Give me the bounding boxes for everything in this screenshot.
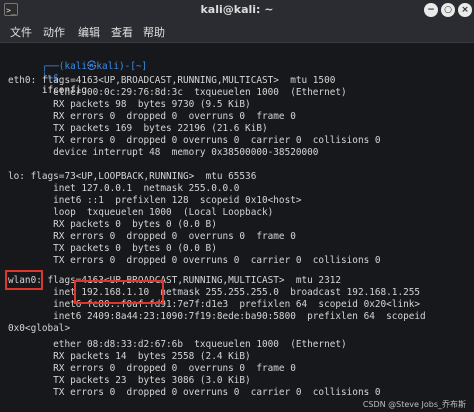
menu-edit[interactable]: 编辑 xyxy=(78,24,100,40)
menu-action[interactable]: 动作 xyxy=(43,24,65,40)
terminal-window: >_ kali@kali: ~ − ○ × 文件 动作 编辑 查看 帮助 ┌──… xyxy=(0,0,474,412)
output-line: loop txqueuelen 1000 (Local Loopback) xyxy=(8,207,274,218)
output-line: RX packets 14 bytes 2558 (2.4 KiB) xyxy=(8,351,251,362)
output-line: RX packets 98 bytes 9730 (9.5 KiB) xyxy=(8,99,251,110)
output-line: ether 08:d8:33:d2:67:6b txqueuelen 1000 … xyxy=(8,339,347,350)
wlan0-highlight-box xyxy=(5,270,43,290)
terminal-output[interactable]: ┌──(kali㉿kali)-[~] └─$ ifconfig eth0: fl… xyxy=(0,43,474,412)
menu-bar: 文件 动作 编辑 查看 帮助 xyxy=(0,20,474,43)
output-line: RX errors 0 dropped 0 overruns 0 frame 0 xyxy=(8,363,296,374)
output-line: TX errors 0 dropped 0 overruns 0 carrier… xyxy=(8,135,381,146)
output-line: TX errors 0 dropped 0 overruns 0 carrier… xyxy=(8,255,381,266)
menu-file[interactable]: 文件 xyxy=(10,24,32,40)
output-line: 0x0<global> xyxy=(8,323,71,334)
output-line: RX errors 0 dropped 0 overruns 0 frame 0 xyxy=(8,111,296,122)
output-line: device interrupt 48 memory 0x38500000-38… xyxy=(8,147,319,158)
watermark: CSDN @Steve Jobs_乔布斯 xyxy=(362,400,466,409)
maximize-icon[interactable]: ○ xyxy=(441,3,455,17)
output-line: TX packets 23 bytes 3086 (3.0 KiB) xyxy=(8,375,251,386)
output-line: TX packets 169 bytes 22196 (21.6 KiB) xyxy=(8,123,268,134)
ip-address-highlight-box xyxy=(74,280,164,304)
menu-view[interactable]: 查看 xyxy=(111,24,133,40)
window-title: kali@kali: ~ xyxy=(200,3,274,16)
output-line: eth0: flags=4163<UP,BROADCAST,RUNNING,MU… xyxy=(8,75,336,86)
output-line: ether 00:0c:29:76:8d:3c txqueuelen 1000 … xyxy=(8,87,347,98)
output-line: wlan0: flags=4163<UP,BROADCAST,RUNNING,M… xyxy=(8,275,342,286)
output-line: inet6 fe80::f0af:fd91:7e7f:d1e3 prefixle… xyxy=(8,299,421,310)
output-line: inet6 ::1 prefixlen 128 scopeid 0x10<hos… xyxy=(8,195,302,206)
output-line: inet 127.0.0.1 netmask 255.0.0.0 xyxy=(8,183,240,194)
minimize-icon[interactable]: − xyxy=(424,3,438,17)
output-line: inet6 2409:8a44:23:1090:7f19:8ede:ba90:5… xyxy=(8,311,426,322)
menu-help[interactable]: 帮助 xyxy=(143,24,165,40)
prompt-line: ┌──(kali㉿kali)-[~] xyxy=(8,49,147,72)
command-line: └─$ ifconfig xyxy=(8,61,87,96)
output-line: TX errors 0 dropped 0 overruns 0 carrier… xyxy=(8,387,381,398)
output-line: lo: flags=73<UP,LOOPBACK,RUNNING> mtu 65… xyxy=(8,171,257,182)
close-icon[interactable]: × xyxy=(458,3,472,17)
output-line: inet 192.168.1.10 netmask 255.255.255.0 … xyxy=(8,287,421,298)
title-bar[interactable]: >_ kali@kali: ~ − ○ × xyxy=(0,0,474,20)
output-line: TX packets 0 bytes 0 (0.0 B) xyxy=(8,243,217,254)
output-line: RX errors 0 dropped 0 overruns 0 frame 0 xyxy=(8,231,296,242)
output-line: RX packets 0 bytes 0 (0.0 B) xyxy=(8,219,217,230)
